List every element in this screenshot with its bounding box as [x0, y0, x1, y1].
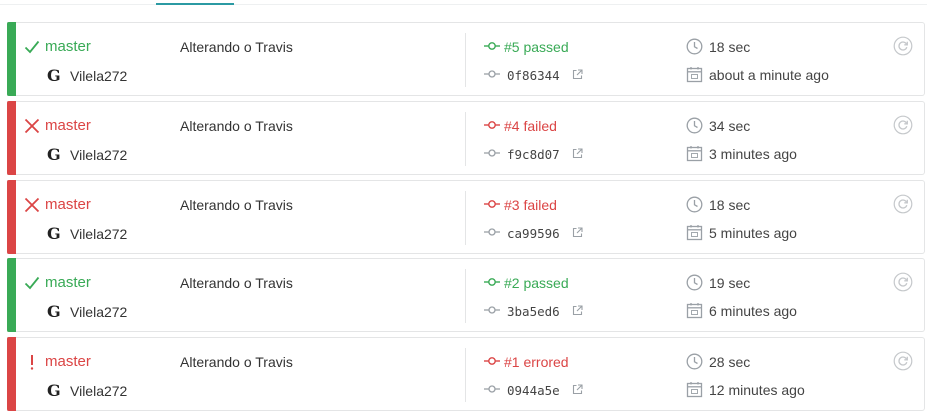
commit-sha[interactable]: 3ba5ed6: [507, 304, 560, 319]
finished-time: 5 minutes ago: [709, 225, 797, 241]
build-duration: 19 sec: [709, 275, 751, 291]
build-duration: 34 sec: [709, 118, 751, 134]
build-row[interactable]: master G Vilela272 Alterando o Travis #2…: [7, 258, 925, 332]
commit-sha[interactable]: 0f86344: [507, 68, 560, 83]
clock-icon: [686, 196, 703, 213]
author-name: Vilela272: [70, 147, 128, 163]
finished-time: 6 minutes ago: [709, 303, 797, 319]
cross-icon: [23, 117, 41, 135]
branch-name[interactable]: master: [45, 353, 91, 370]
github-icon: G: [47, 224, 61, 243]
calendar-icon: [686, 225, 703, 241]
build-row[interactable]: master G Vilela272 Alterando o Travis #1…: [7, 337, 925, 411]
branch-name[interactable]: master: [45, 196, 91, 213]
check-icon: [23, 38, 41, 56]
commit-icon: [484, 149, 500, 157]
calendar-icon: [686, 146, 703, 162]
build-number[interactable]: #3 failed: [504, 197, 557, 213]
commit-sha[interactable]: ca99596: [507, 226, 560, 241]
build-row[interactable]: master G Vilela272 Alterando o Travis #4…: [7, 101, 925, 175]
cross-icon: [23, 196, 41, 214]
branch-name[interactable]: master: [45, 117, 91, 134]
author-name: Vilela272: [70, 383, 128, 399]
divider: [465, 348, 466, 402]
build-number[interactable]: #1 errored: [504, 354, 569, 370]
build-number[interactable]: #4 failed: [504, 118, 557, 134]
clock-icon: [686, 117, 703, 134]
calendar-icon: [686, 382, 703, 398]
build-icon: [484, 357, 500, 365]
github-icon: G: [47, 302, 61, 321]
build-duration: 18 sec: [709, 197, 751, 213]
divider: [465, 269, 466, 323]
divider: [465, 191, 466, 245]
branch-name[interactable]: master: [45, 274, 91, 291]
restart-build-icon[interactable]: [893, 351, 913, 371]
calendar-icon: [686, 303, 703, 319]
commit-icon: [484, 306, 500, 314]
commit-message: Alterando o Travis: [180, 118, 293, 134]
tab-underline: [0, 3, 927, 5]
divider: [465, 33, 466, 87]
finished-time: about a minute ago: [709, 67, 829, 83]
external-link-icon[interactable]: [572, 69, 583, 80]
build-status-bar: [7, 22, 16, 96]
commit-icon: [484, 228, 500, 236]
external-link-icon[interactable]: [572, 227, 583, 238]
commit-message: Alterando o Travis: [180, 354, 293, 370]
build-duration: 28 sec: [709, 354, 751, 370]
commit-icon: [484, 385, 500, 393]
build-duration: 18 sec: [709, 39, 751, 55]
finished-time: 12 minutes ago: [709, 382, 805, 398]
commit-sha[interactable]: 0944a5e: [507, 383, 560, 398]
external-link-icon[interactable]: [572, 384, 583, 395]
check-icon: [23, 274, 41, 292]
exclamation-icon: [23, 353, 41, 371]
build-status-bar: [7, 258, 16, 332]
build-number[interactable]: #2 passed: [504, 275, 569, 291]
external-link-icon[interactable]: [572, 148, 583, 159]
commit-message: Alterando o Travis: [180, 275, 293, 291]
build-status-bar: [7, 337, 16, 411]
build-number[interactable]: #5 passed: [504, 39, 569, 55]
finished-time: 3 minutes ago: [709, 146, 797, 162]
author-name: Vilela272: [70, 226, 128, 242]
branch-name[interactable]: master: [45, 38, 91, 55]
clock-icon: [686, 274, 703, 291]
commit-message: Alterando o Travis: [180, 39, 293, 55]
commit-icon: [484, 70, 500, 78]
commit-sha[interactable]: f9c8d07: [507, 147, 560, 162]
author-name: Vilela272: [70, 304, 128, 320]
clock-icon: [686, 38, 703, 55]
calendar-icon: [686, 67, 703, 83]
build-status-bar: [7, 180, 16, 254]
build-row[interactable]: master G Vilela272 Alterando o Travis #5…: [7, 22, 925, 96]
divider: [465, 112, 466, 166]
build-icon: [484, 42, 500, 50]
github-icon: G: [47, 145, 61, 164]
external-link-icon[interactable]: [572, 305, 583, 316]
restart-build-icon[interactable]: [893, 36, 913, 56]
restart-build-icon[interactable]: [893, 115, 913, 135]
restart-build-icon[interactable]: [893, 194, 913, 214]
restart-build-icon[interactable]: [893, 272, 913, 292]
build-status-bar: [7, 101, 16, 175]
author-name: Vilela272: [70, 68, 128, 84]
build-row[interactable]: master G Vilela272 Alterando o Travis #3…: [7, 180, 925, 254]
github-icon: G: [47, 66, 61, 85]
build-icon: [484, 200, 500, 208]
clock-icon: [686, 353, 703, 370]
build-icon: [484, 121, 500, 129]
github-icon: G: [47, 381, 61, 400]
active-tab-indicator: [156, 3, 234, 5]
commit-message: Alterando o Travis: [180, 197, 293, 213]
build-icon: [484, 278, 500, 286]
